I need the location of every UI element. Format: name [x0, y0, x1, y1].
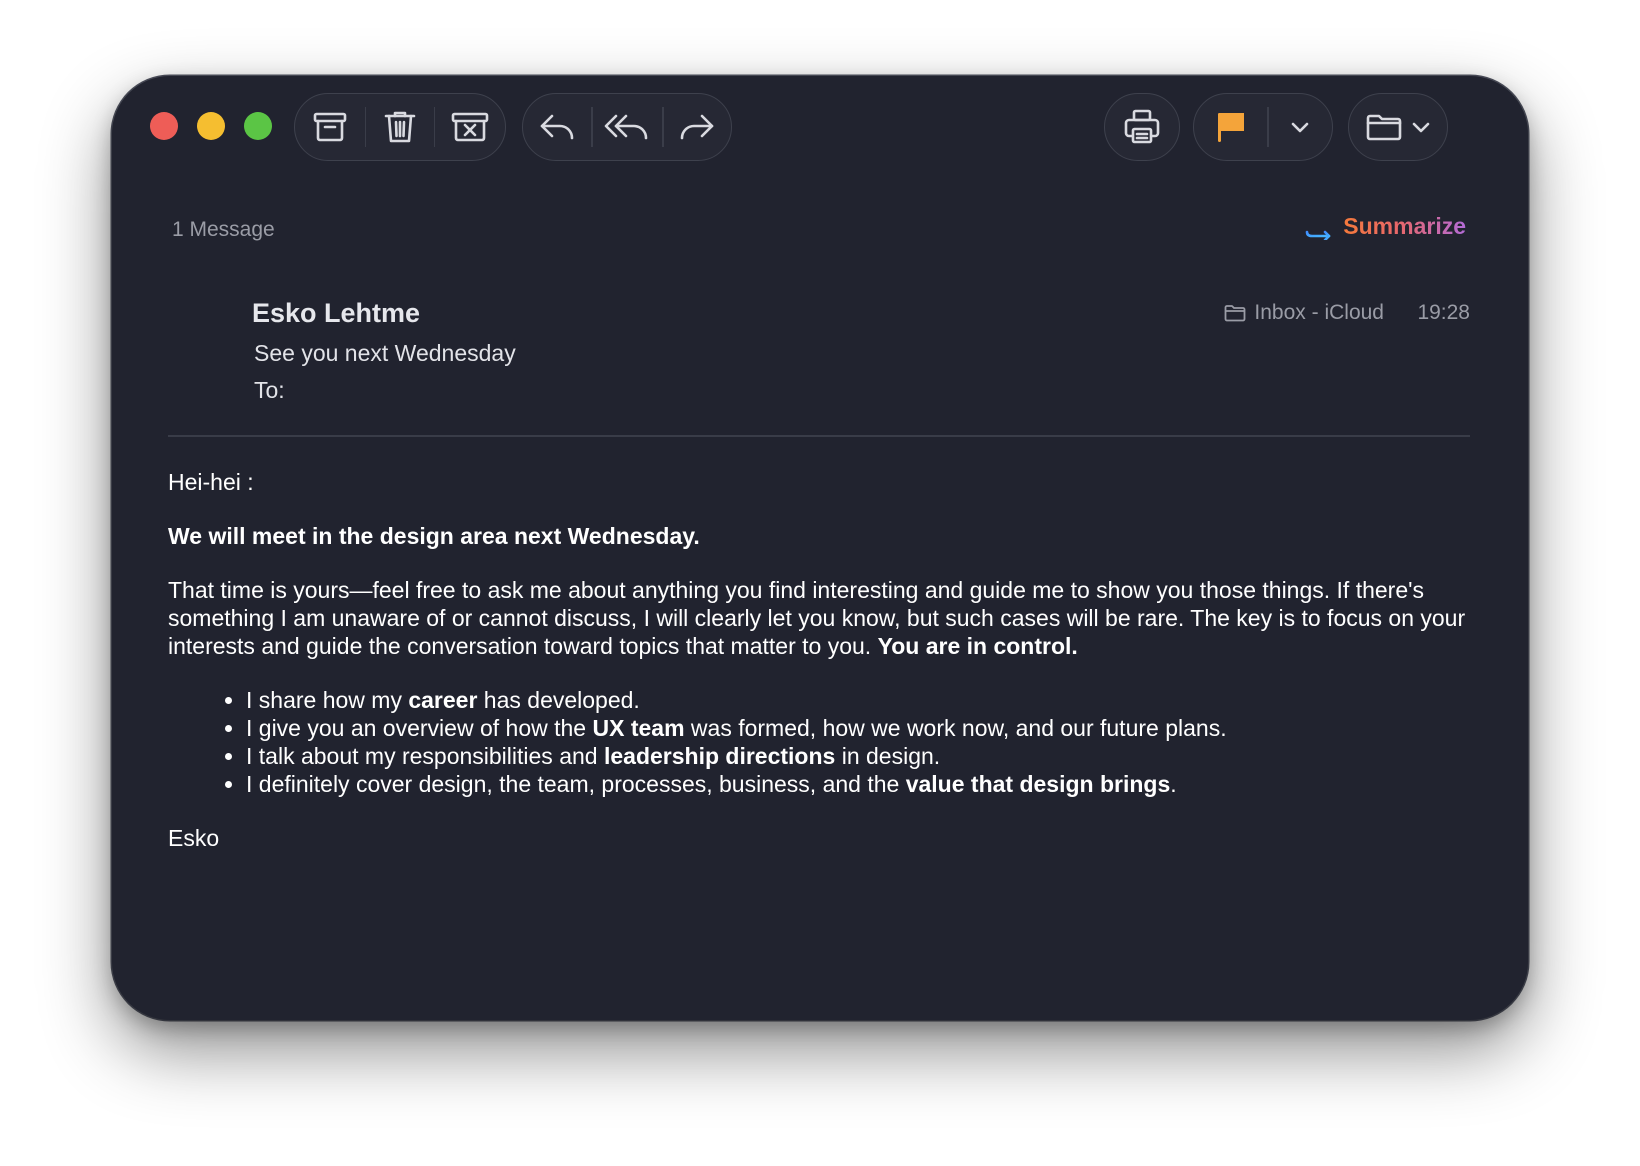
list-item-bold: career — [408, 687, 478, 713]
move-to-folder-button[interactable] — [1349, 94, 1447, 160]
to-label: To: — [254, 377, 285, 403]
list-item-text: I give you an overview of how the — [246, 715, 593, 741]
list-item-bold: value that design brings — [905, 771, 1171, 797]
signature: Esko — [168, 825, 220, 851]
flag-icon — [1217, 113, 1244, 142]
window-controls — [150, 112, 272, 140]
list-item-text: I talk about my responsibilities and — [246, 743, 604, 769]
print-group — [1104, 93, 1180, 161]
trash-icon — [384, 111, 416, 143]
flag-button[interactable] — [1194, 94, 1267, 160]
paragraph-bold: You are in control. — [877, 633, 1078, 659]
list-item-text: was formed, how we work now, and our fut… — [684, 715, 1227, 741]
zoom-button[interactable] — [244, 112, 272, 140]
mailbox-name: Inbox - iCloud — [1254, 301, 1384, 324]
junk-button[interactable] — [435, 94, 505, 160]
chevron-down-icon — [1412, 122, 1430, 133]
message-count: 1 Message — [172, 218, 275, 241]
headline-text: We will meet in the design area next Wed… — [168, 523, 700, 549]
headline: We will meet in the design area next Wed… — [168, 522, 1478, 550]
list-item-text: in design. — [835, 743, 941, 769]
delete-button[interactable] — [366, 94, 434, 160]
list-item-bold: UX team — [592, 715, 685, 741]
mailbox-actions-group — [294, 93, 506, 161]
archive-button[interactable] — [295, 94, 365, 160]
minimize-button[interactable] — [197, 112, 225, 140]
chevron-down-icon — [1292, 122, 1309, 133]
archive-icon — [313, 112, 347, 142]
reply-all-icon — [605, 114, 648, 140]
list-item: I definitely cover design, the team, pro… — [246, 770, 1478, 798]
sender-name[interactable]: Esko Lehtme — [252, 298, 420, 329]
greeting: Hei-hei : — [168, 469, 254, 495]
reply-actions-group — [522, 93, 732, 161]
list-item-text: I definitely cover design, the team, pro… — [246, 771, 906, 797]
list-item-text: . — [1170, 771, 1177, 797]
forward-button[interactable] — [664, 94, 731, 160]
folder-icon — [1225, 305, 1246, 322]
print-button[interactable] — [1105, 94, 1179, 160]
mail-window: 1 Message Summarize Esko Lehtme See you … — [112, 76, 1528, 1020]
mailbox-label: Inbox - iCloud — [1224, 301, 1384, 325]
list-item: I talk about my responsibilities and lea… — [246, 742, 1478, 770]
forward-icon — [681, 114, 714, 140]
reply-button[interactable] — [523, 94, 591, 160]
message-subject: See you next Wednesday — [254, 340, 516, 366]
header-divider — [168, 435, 1470, 437]
reply-all-button[interactable] — [593, 94, 662, 160]
move-group — [1348, 93, 1448, 161]
flag-group — [1193, 93, 1333, 161]
list-item-text: has developed. — [477, 687, 640, 713]
list-item: I share how my career has developed. — [246, 686, 1478, 714]
print-icon — [1124, 109, 1160, 144]
flag-menu-button[interactable] — [1269, 94, 1332, 160]
message-time: 19:28 — [1417, 301, 1470, 324]
list-item-text: I share how my — [246, 687, 409, 713]
summarize-label: Summarize — [1343, 212, 1466, 239]
reply-icon — [540, 114, 574, 140]
summarize-button[interactable]: Summarize — [1303, 212, 1466, 240]
bullet-list: I share how my career has developed. I g… — [168, 686, 1478, 798]
message-body: Hei-hei : We will meet in the design are… — [168, 468, 1478, 878]
paragraph-text: That time is yours—feel free to ask me a… — [168, 577, 1466, 659]
close-button[interactable] — [150, 112, 178, 140]
list-item: I give you an overview of how the UX tea… — [246, 714, 1478, 742]
folder-icon — [1366, 114, 1402, 141]
summarize-icon — [1305, 213, 1331, 240]
list-item-bold: leadership directions — [603, 743, 836, 769]
junk-icon — [451, 112, 489, 142]
body-paragraph: That time is yours—feel free to ask me a… — [168, 576, 1478, 660]
